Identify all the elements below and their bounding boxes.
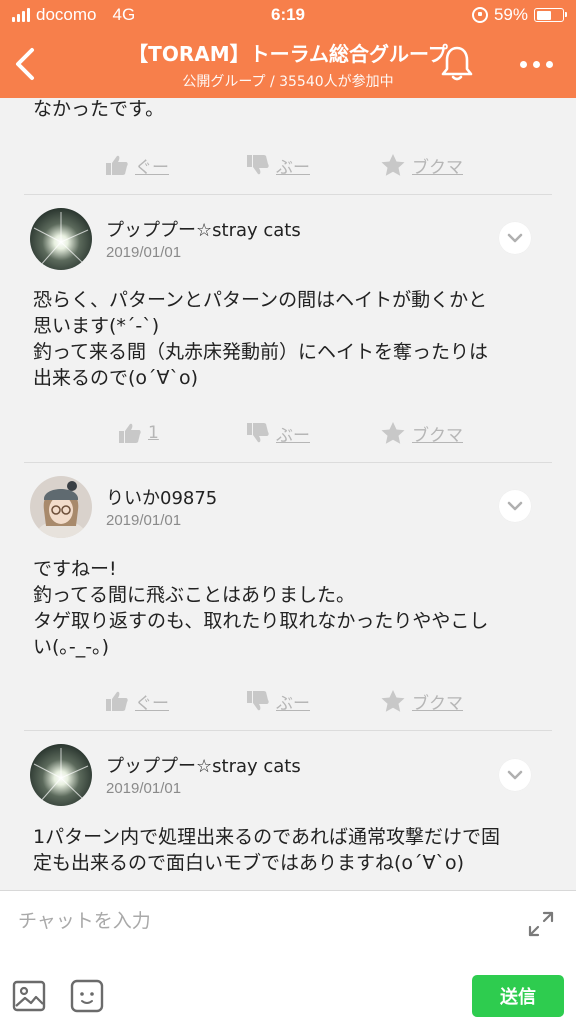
divider <box>24 462 552 463</box>
post-author[interactable]: プッププー☆stray cats <box>106 752 301 778</box>
boo-button[interactable]: ぶー <box>246 148 310 182</box>
thumbs-down-icon <box>247 423 269 443</box>
boo-button[interactable]: ぶー <box>246 416 310 450</box>
battery-icon <box>534 8 567 22</box>
like-count: 1 <box>148 423 159 443</box>
post-author[interactable]: りいか09875 <box>106 484 217 510</box>
post-actions: ぐー ぶー ブクマ <box>0 148 576 182</box>
thumbs-down-icon <box>247 691 269 711</box>
battery-percent: 59% <box>493 5 528 24</box>
like-button[interactable]: 1 <box>118 416 159 450</box>
boo-label: ぶー <box>276 157 310 178</box>
chevron-down-icon[interactable] <box>499 222 531 254</box>
bookmark-button[interactable]: ブクマ <box>380 416 463 450</box>
bookmark-label: ブクマ <box>412 425 463 446</box>
boo-button[interactable]: ぶー <box>246 684 310 718</box>
post-body: ですねー! 釣ってる間に飛ぶことはありました。 タゲ取り返すのも、取れたり取れな… <box>33 558 489 658</box>
status-bar: docomo 4G 6:19 59% <box>0 0 576 32</box>
back-arrow-icon[interactable] <box>8 44 44 84</box>
boo-label: ぶー <box>276 425 310 446</box>
bookmark-button[interactable]: ブクマ <box>380 148 463 182</box>
like-label: ぐー <box>135 693 169 714</box>
thumbs-up-icon <box>106 691 128 711</box>
chevron-down-icon[interactable] <box>499 490 531 522</box>
avatar[interactable] <box>30 476 92 538</box>
chevron-down-icon[interactable] <box>499 759 531 791</box>
post-date: 2019/01/01 <box>106 244 182 261</box>
chat-input[interactable] <box>18 901 518 941</box>
avatar[interactable] <box>30 744 92 806</box>
bookmark-label: ブクマ <box>412 693 463 714</box>
bell-icon[interactable] <box>438 44 476 84</box>
post-author[interactable]: プッププー☆stray cats <box>106 216 301 242</box>
chat-composer: 送信 <box>0 890 576 1024</box>
post-body: 恐らく、パターンとパターンの間はヘイトが動くかと 思います(*´-`) 釣って来… <box>33 289 489 389</box>
thumbs-down-icon <box>247 155 269 175</box>
post-date: 2019/01/01 <box>106 512 182 529</box>
post-actions: ぐー ぶー ブクマ <box>0 684 576 718</box>
like-button[interactable]: ぐー <box>105 148 169 182</box>
app-header: docomo 4G 6:19 59% 【TORAM】トーラム総合グループ 公開グ… <box>0 0 576 98</box>
star-icon <box>381 154 405 176</box>
post-body: なかったです。 <box>33 98 165 120</box>
like-button[interactable]: ぐー <box>105 684 169 718</box>
bookmark-label: ブクマ <box>412 157 463 178</box>
divider <box>24 730 552 731</box>
post-feed[interactable]: なかったです。 ぐー ぶー ブクマ プッププー☆stray cats 2019/… <box>0 98 576 890</box>
bookmark-button[interactable]: ブクマ <box>380 684 463 718</box>
post-body: 1パターン内で処理出来るのであれば通常攻撃だけで固 定も出来るので面白いモブでは… <box>33 826 500 874</box>
star-icon <box>381 690 405 712</box>
boo-label: ぶー <box>276 693 310 714</box>
divider <box>24 194 552 195</box>
avatar[interactable] <box>30 208 92 270</box>
post-actions: 1 ぶー ブクマ <box>0 416 576 450</box>
thumbs-up-icon <box>119 423 141 443</box>
star-icon <box>381 422 405 444</box>
sticker-icon[interactable] <box>70 979 104 1013</box>
send-button[interactable]: 送信 <box>472 975 564 1017</box>
post-date: 2019/01/01 <box>106 780 182 797</box>
like-label: ぐー <box>135 157 169 178</box>
image-icon[interactable] <box>12 979 46 1013</box>
thumbs-up-icon <box>106 155 128 175</box>
expand-icon[interactable] <box>526 909 556 939</box>
orientation-lock-icon <box>471 7 488 23</box>
more-icon[interactable] <box>514 54 558 74</box>
